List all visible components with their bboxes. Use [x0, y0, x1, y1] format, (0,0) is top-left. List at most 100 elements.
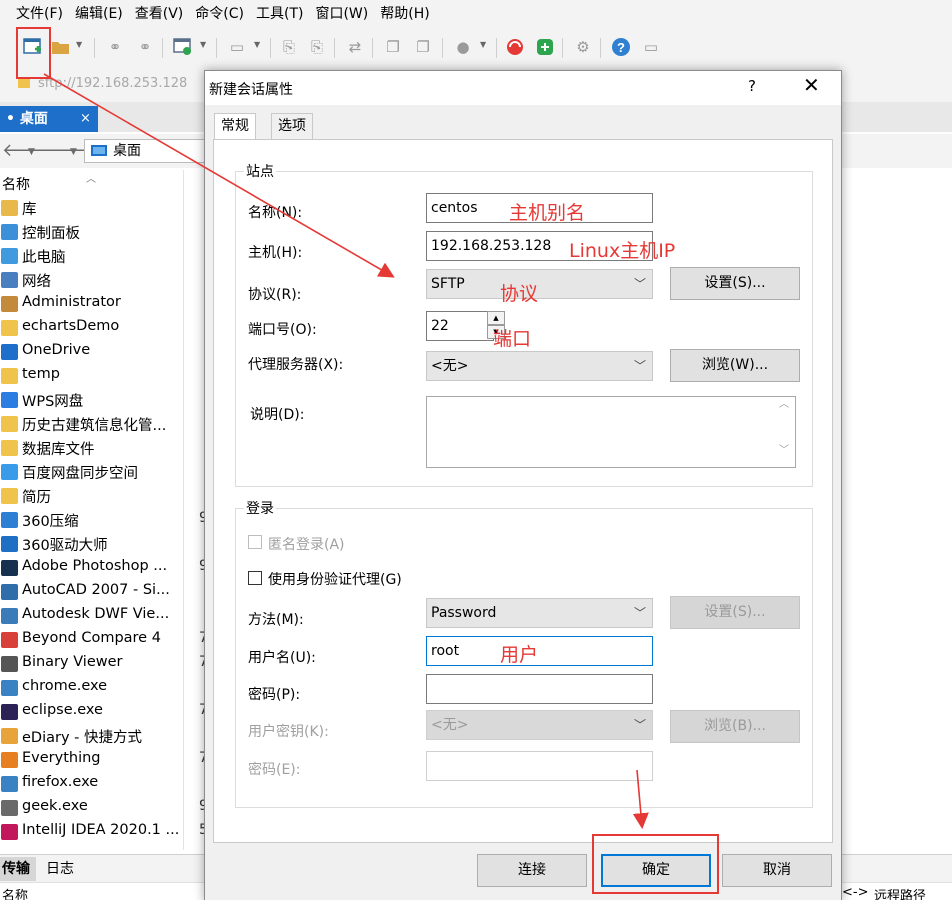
tab-desktop[interactable]: • 桌面 ×: [0, 106, 98, 132]
download-icon[interactable]: ⎘: [306, 36, 328, 58]
list-item[interactable]: 此电脑: [0, 244, 206, 268]
globe-icon[interactable]: ●: [452, 36, 474, 58]
file-icon: [1, 296, 18, 312]
list-item[interactable]: temp: [0, 364, 206, 388]
list-item[interactable]: WPS网盘: [0, 388, 206, 412]
cancel-button[interactable]: 取消: [722, 854, 832, 887]
chevron-down-icon[interactable]: ▼: [28, 147, 35, 157]
unlink-icon[interactable]: ⚭: [134, 36, 156, 58]
list-item[interactable]: Autodesk DWF Vie...: [0, 604, 206, 628]
proxy-select[interactable]: <无> ﹀: [426, 351, 653, 381]
menu-view[interactable]: 查看(V): [129, 0, 190, 28]
xftp-icon[interactable]: [534, 36, 556, 58]
menu-file[interactable]: 文件(F): [10, 0, 69, 28]
file-icon: [1, 536, 18, 552]
chevron-down-icon[interactable]: ▼: [70, 147, 77, 157]
list-item[interactable]: 库: [0, 196, 206, 220]
list-item[interactable]: 360压缩 9: [0, 508, 206, 532]
list-item[interactable]: 百度网盘同步空间: [0, 460, 206, 484]
copy-icon[interactable]: ❐: [382, 36, 404, 58]
scroll-up-icon[interactable]: ︿: [779, 399, 789, 411]
help-button[interactable]: ?: [748, 77, 756, 95]
passphrase-field[interactable]: [426, 751, 653, 781]
transfer-column-name[interactable]: 名称: [2, 885, 28, 900]
tab-log[interactable]: 日志: [46, 857, 74, 881]
password-field[interactable]: [426, 674, 653, 704]
menu-help[interactable]: 帮助(H): [374, 0, 435, 28]
toolbar-separator: [216, 38, 217, 58]
chevron-down-icon[interactable]: ▼: [76, 40, 86, 50]
list-item[interactable]: 简历: [0, 484, 206, 508]
close-icon[interactable]: ×: [80, 106, 91, 132]
help-icon[interactable]: ?: [610, 36, 632, 58]
column-header-name[interactable]: 名称: [2, 174, 30, 194]
chat-icon[interactable]: ▭: [640, 36, 662, 58]
connect-button[interactable]: 连接: [477, 854, 587, 887]
toolbar-separator: [162, 38, 163, 58]
list-item[interactable]: Administrator: [0, 292, 206, 316]
chevron-down-icon[interactable]: ▼: [480, 40, 490, 50]
dialog-titlebar[interactable]: 新建会话属性 ? ✕: [205, 71, 841, 105]
list-item[interactable]: echartsDemo: [0, 316, 206, 340]
list-item[interactable]: Beyond Compare 47: [0, 628, 206, 652]
menu-window[interactable]: 窗口(W): [309, 0, 374, 28]
address-text[interactable]: sftp://192.168.253.128: [38, 76, 187, 91]
list-item[interactable]: eDiary - 快捷方式: [0, 724, 206, 748]
list-item[interactable]: IntelliJ IDEA 2020.1 ... 5: [0, 820, 206, 844]
list-item[interactable]: 数据库文件: [0, 436, 206, 460]
paste-icon[interactable]: ❐: [412, 36, 434, 58]
username-field[interactable]: root: [426, 636, 653, 666]
description-textarea[interactable]: ︿ ﹀: [426, 396, 796, 468]
scroll-down-icon[interactable]: ﹀: [779, 445, 789, 457]
tab-transfer[interactable]: 传输: [0, 857, 36, 881]
list-item[interactable]: 360驱动大师: [0, 532, 206, 556]
menu-command[interactable]: 命令(C): [189, 0, 250, 28]
userkey-browse-button[interactable]: 浏览(B)...: [670, 710, 800, 743]
protocol-select[interactable]: SFTP ﹀: [426, 269, 653, 299]
list-item[interactable]: 控制面板: [0, 220, 206, 244]
list-item[interactable]: Everything 7: [0, 748, 206, 772]
list-item[interactable]: 历史古建筑信息化管...: [0, 412, 206, 436]
method-select[interactable]: Password ﹀: [426, 598, 653, 628]
auth-agent-checkbox[interactable]: [248, 571, 262, 585]
list-item[interactable]: firefox.exe: [0, 772, 206, 796]
host-label: 主机(H):: [248, 245, 303, 261]
list-item[interactable]: 网络: [0, 268, 206, 292]
menu-tools[interactable]: 工具(T): [250, 0, 309, 28]
svg-text:?: ?: [617, 40, 625, 55]
menu-edit[interactable]: 编辑(E): [69, 0, 129, 28]
stepper-up-icon[interactable]: ▲: [487, 311, 505, 325]
proxy-browse-button[interactable]: 浏览(W)...: [670, 349, 800, 382]
transfer-column-direction[interactable]: <->: [842, 885, 868, 900]
list-item[interactable]: eclipse.exe 7: [0, 700, 206, 724]
transfer-column-remote-path[interactable]: 远程路径: [874, 885, 926, 900]
list-item[interactable]: AutoCAD 2007 - Si...: [0, 580, 206, 604]
xshell-icon[interactable]: [504, 36, 526, 58]
sync-icon[interactable]: ⇄: [344, 36, 366, 58]
link-icon[interactable]: ⚭: [104, 36, 126, 58]
play-icon[interactable]: ▭: [226, 36, 248, 58]
upload-icon[interactable]: ⎘: [278, 36, 300, 58]
method-settings-button[interactable]: 设置(S)...: [670, 596, 800, 629]
close-button[interactable]: ✕: [803, 73, 820, 97]
session-settings-icon[interactable]: [172, 36, 194, 58]
gear-icon[interactable]: ⚙: [572, 36, 594, 58]
port-field[interactable]: 22: [426, 311, 494, 341]
list-item[interactable]: Binary Viewer 7: [0, 652, 206, 676]
list-item[interactable]: chrome.exe: [0, 676, 206, 700]
chevron-down-icon[interactable]: ▼: [254, 40, 264, 50]
file-name: 百度网盘同步空间: [22, 466, 138, 482]
tab-general[interactable]: 常规: [214, 113, 256, 141]
auth-agent-label: 使用身份验证代理(G): [268, 572, 402, 588]
sort-chevron-icon: ︿: [86, 174, 96, 185]
userkey-select[interactable]: <无> ﹀: [426, 710, 653, 740]
list-item[interactable]: Adobe Photoshop ... 9: [0, 556, 206, 580]
chevron-down-icon[interactable]: ▼: [200, 40, 210, 50]
list-item[interactable]: geek.exe 9: [0, 796, 206, 820]
list-item[interactable]: OneDrive: [0, 340, 206, 364]
tab-options[interactable]: 选项: [271, 113, 313, 139]
anonymous-login-checkbox[interactable]: [248, 535, 262, 549]
open-folder-icon[interactable]: [50, 36, 72, 58]
protocol-settings-button[interactable]: 设置(S)...: [670, 267, 800, 300]
userkey-label: 用户密钥(K):: [248, 724, 329, 740]
